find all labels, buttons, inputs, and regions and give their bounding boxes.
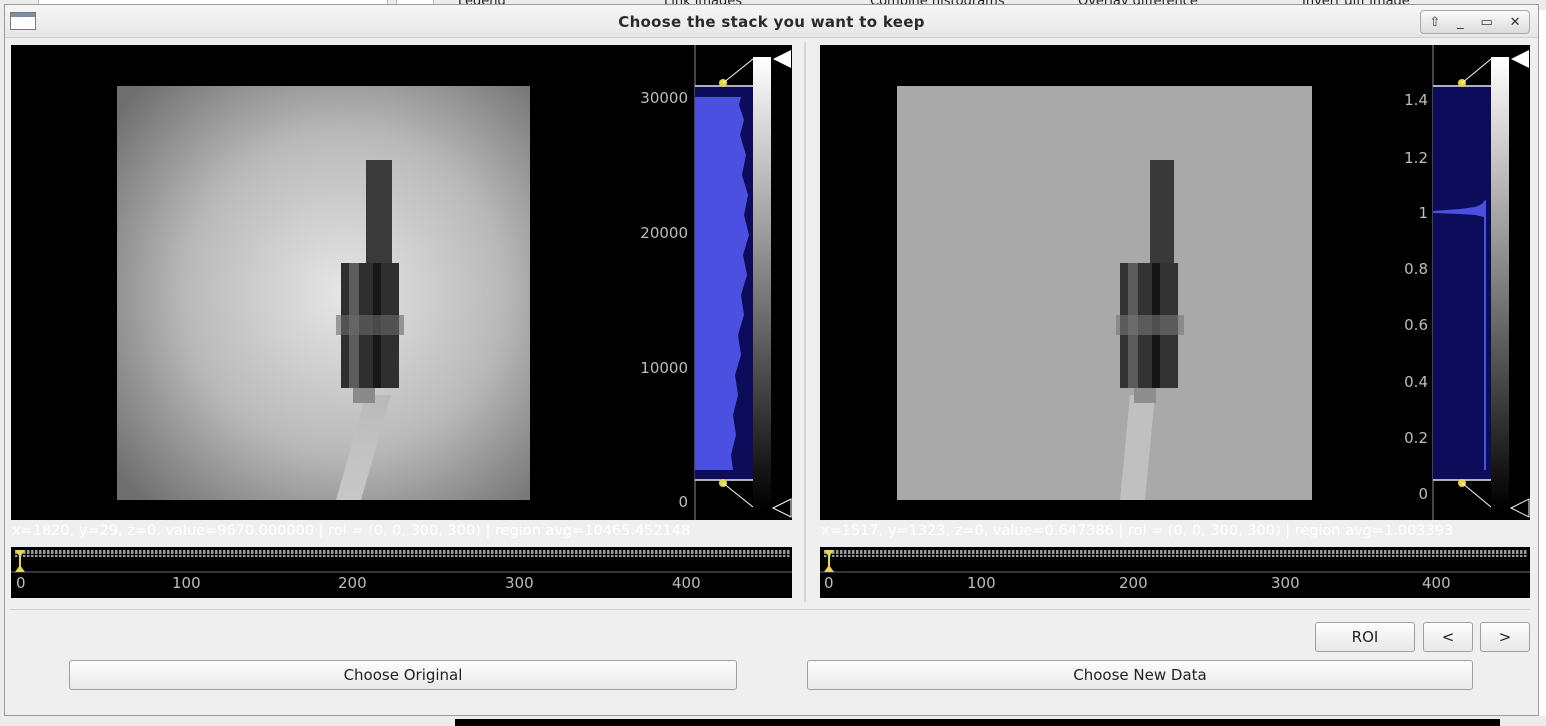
right-hist-tick: 0.2 (1404, 429, 1428, 447)
right-hist-tick: 0.4 (1404, 373, 1428, 391)
left-radiograph (117, 86, 530, 500)
right-timeline-frames (824, 550, 1528, 557)
left-image-view[interactable]: 30000 20000 10000 0 (11, 45, 792, 520)
roi-button[interactable]: ROI (1315, 622, 1415, 652)
separator-line (10, 609, 1530, 610)
panel-divider[interactable] (804, 42, 806, 602)
left-timeline-tick: 100 (172, 574, 201, 592)
right-hist-tick: 1.4 (1404, 91, 1428, 109)
right-timeline-tick: 300 (1271, 574, 1300, 592)
previous-button[interactable]: < (1423, 622, 1473, 652)
left-timeline[interactable]: 0 100 200 300 400 (11, 547, 792, 598)
shade-icon[interactable]: ⇧ (1429, 15, 1440, 30)
window-controls: ⇧ _ ▭ ✕ (1420, 10, 1530, 34)
left-timeline-tick: 400 (672, 574, 701, 592)
left-hist-tick: 20000 (640, 224, 688, 242)
left-gradient-bar[interactable] (753, 57, 771, 508)
left-timeline-tick: 0 (16, 574, 26, 592)
left-timeline-tick: 300 (505, 574, 534, 592)
left-image-canvas[interactable] (11, 45, 792, 520)
left-gradient-top-arrow[interactable] (773, 50, 791, 68)
right-gradient-bottom-arrow[interactable] (1509, 498, 1530, 518)
right-hist-tick: 0.6 (1404, 316, 1428, 334)
right-timeline-tick: 100 (967, 574, 996, 592)
choose-original-button[interactable]: Choose Original (69, 660, 737, 690)
right-gradient-top-arrow[interactable] (1511, 50, 1529, 68)
right-hist-tick: 1 (1418, 204, 1428, 222)
left-hist-tick: 30000 (640, 89, 688, 107)
right-gradient-bar[interactable] (1491, 57, 1509, 508)
left-timeline-frames (15, 550, 790, 557)
minimize-icon[interactable]: _ (1457, 15, 1464, 30)
left-hist-tick: 0 (678, 493, 688, 511)
background-black-area (455, 719, 1500, 726)
right-timeline[interactable]: 0 100 200 300 400 (820, 547, 1530, 598)
right-timeline-tick: 200 (1119, 574, 1148, 592)
left-gradient-bottom-arrow[interactable] (771, 498, 792, 518)
left-hist-tick: 10000 (640, 359, 688, 377)
right-image-canvas[interactable] (820, 45, 1530, 520)
close-icon[interactable]: ✕ (1510, 15, 1521, 30)
choose-new-data-button[interactable]: Choose New Data (807, 660, 1473, 690)
left-timeline-tick: 200 (338, 574, 367, 592)
right-hist-tick: 0 (1418, 485, 1428, 503)
dialog-title: Choose the stack you want to keep (618, 13, 925, 31)
right-status-readout: x=1517, y=1323, z=0, value=0.647386 | ro… (821, 523, 1454, 539)
title-bar[interactable]: Choose the stack you want to keep ⇧ _ ▭ … (5, 5, 1538, 38)
right-timeline-tick: 0 (824, 574, 834, 592)
right-histogram-area[interactable] (1433, 86, 1491, 480)
left-status-readout: x=1820, y=29, z=0, value=9670.000000 | r… (12, 523, 691, 539)
next-button[interactable]: > (1480, 622, 1530, 652)
right-image-view[interactable]: 1.4 1.2 1 0.8 0.6 0.4 0.2 0 (820, 45, 1530, 520)
right-hist-tick: 1.2 (1404, 149, 1428, 167)
right-radiograph (897, 86, 1312, 500)
maximize-icon[interactable]: ▭ (1481, 15, 1493, 30)
right-timeline-tick: 400 (1422, 574, 1451, 592)
right-hist-tick: 0.8 (1404, 260, 1428, 278)
